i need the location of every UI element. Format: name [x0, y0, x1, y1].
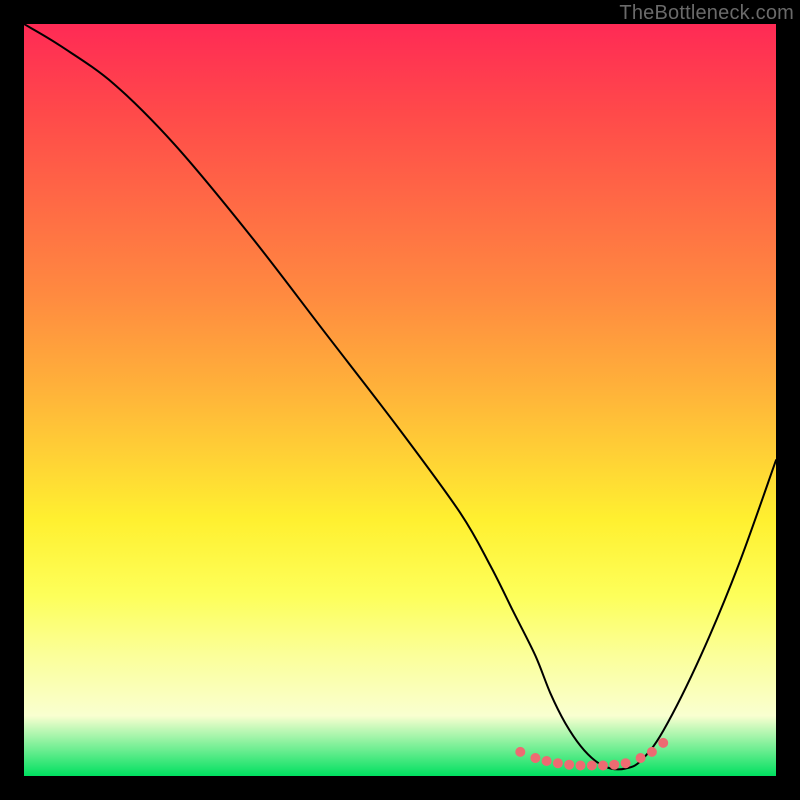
valley-marker [587, 761, 597, 771]
valley-marker [636, 753, 646, 763]
valley-marker [647, 747, 657, 757]
valley-marker [515, 747, 525, 757]
valley-marker [576, 761, 586, 771]
valley-marker [553, 758, 563, 768]
valley-marker [658, 738, 668, 748]
valley-marker [530, 753, 540, 763]
valley-marker-group [515, 738, 668, 771]
bottleneck-curve-line [24, 24, 776, 769]
valley-marker [564, 760, 574, 770]
plot-area [24, 24, 776, 776]
chart-svg [24, 24, 776, 776]
valley-marker [598, 761, 608, 771]
watermark-text: TheBottleneck.com [619, 2, 794, 25]
valley-marker [621, 758, 631, 768]
valley-marker [542, 756, 552, 766]
valley-marker [609, 760, 619, 770]
bottleneck-chart: TheBottleneck.com [0, 0, 800, 800]
